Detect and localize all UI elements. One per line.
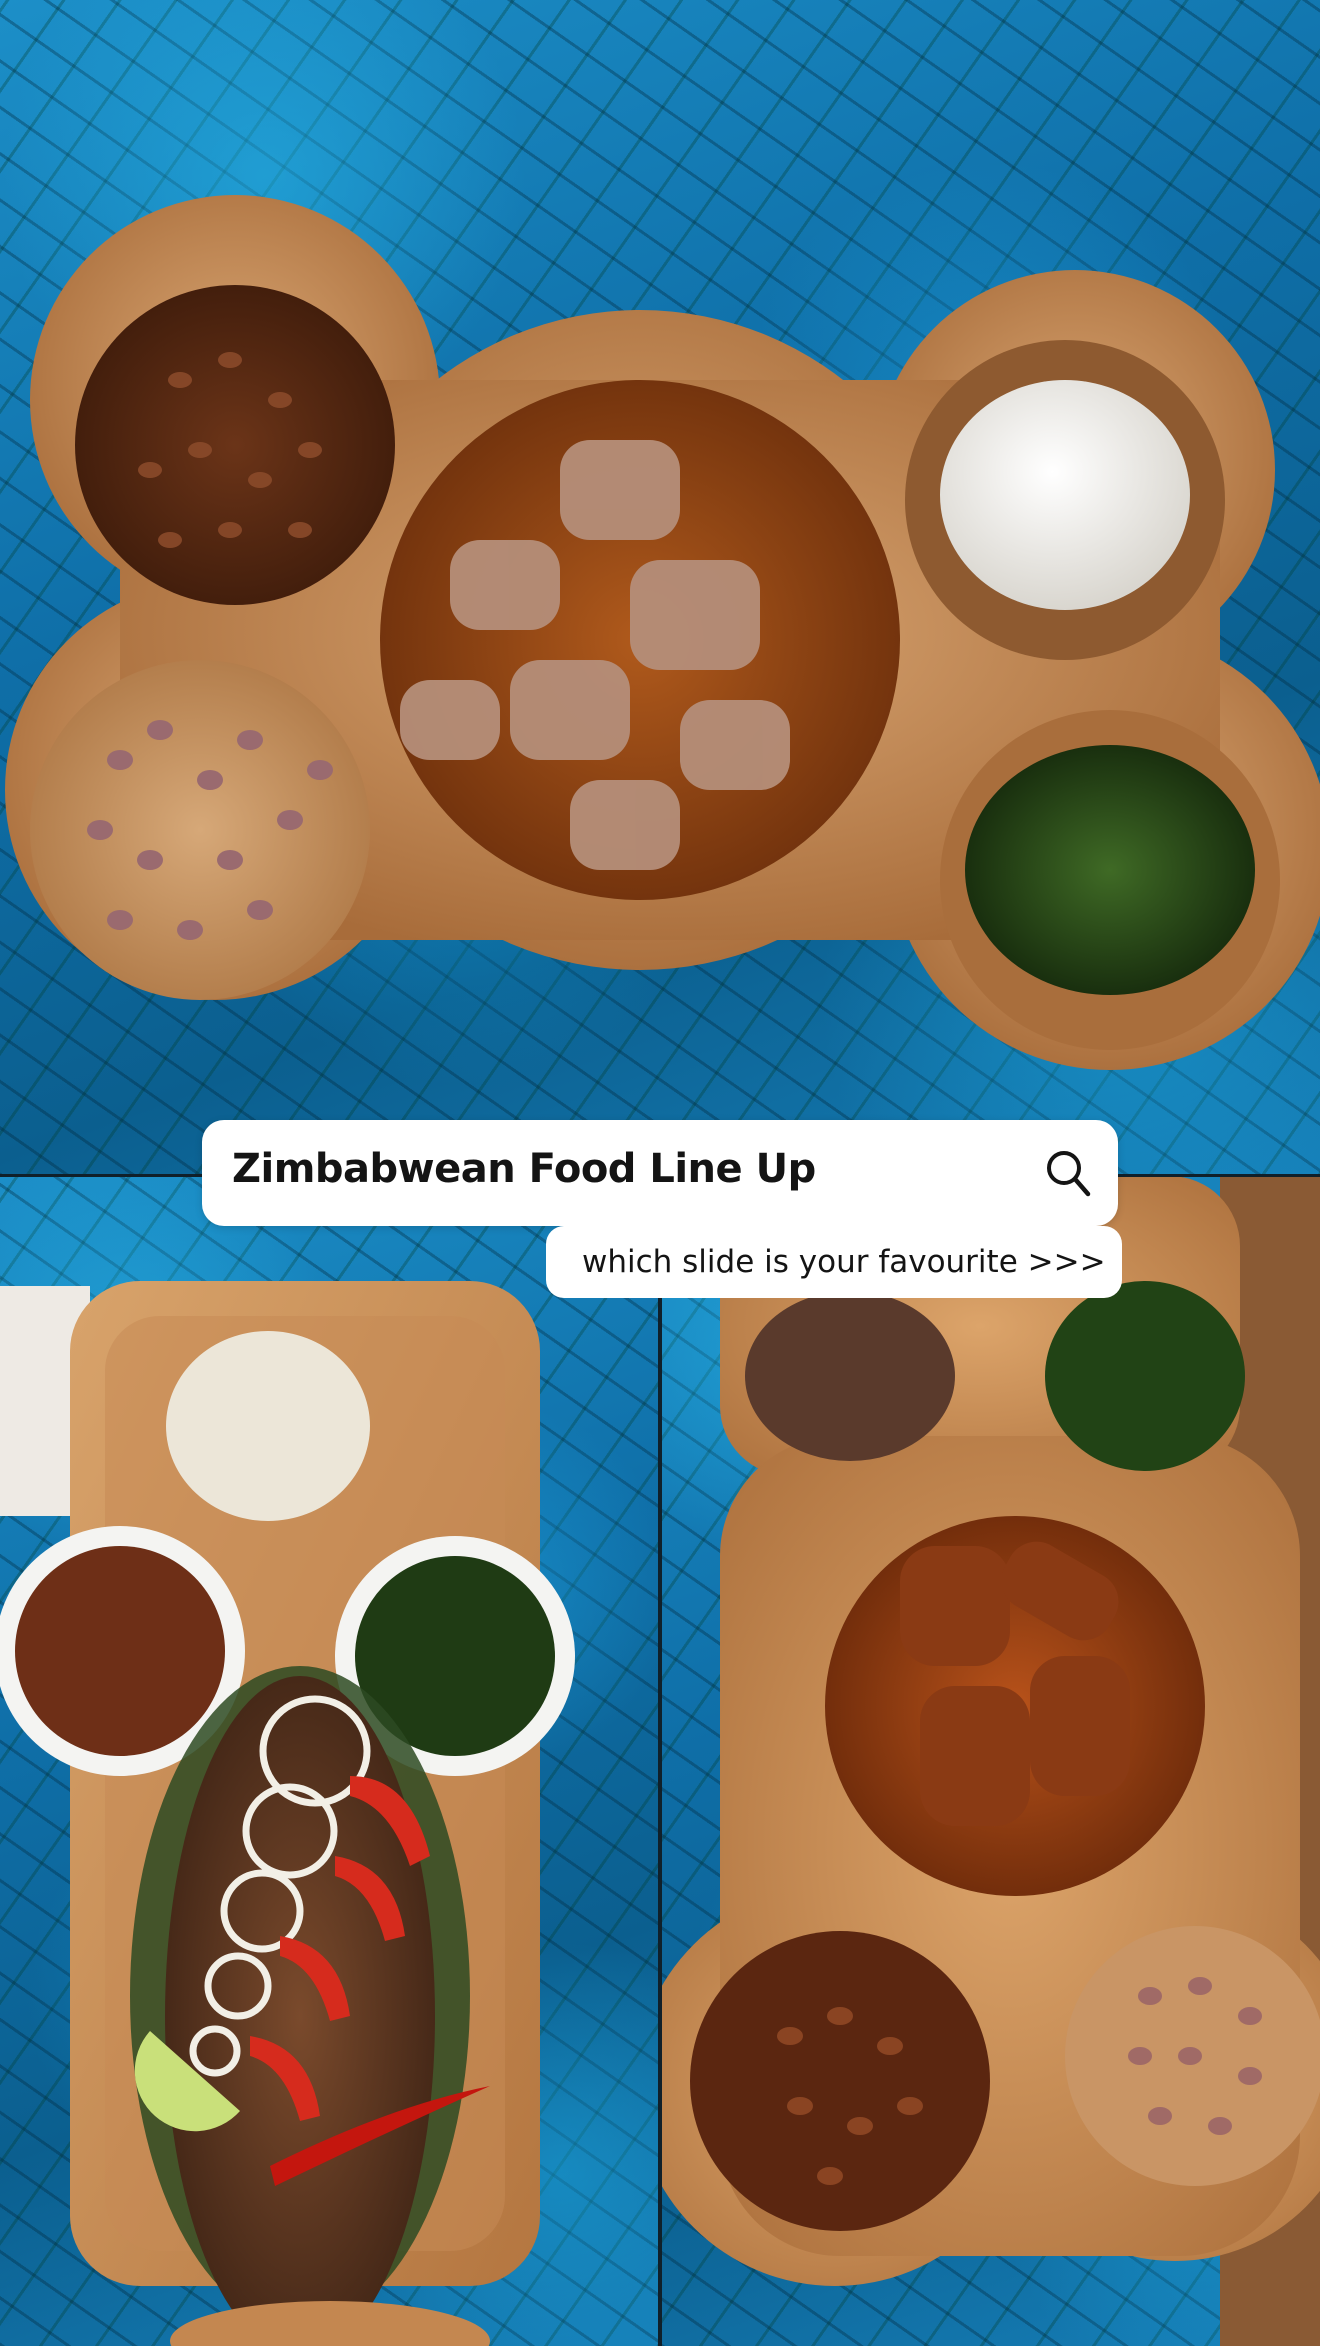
photo-divider-vertical [658, 1176, 662, 2346]
photo-chicken-platter [660, 1176, 1320, 2346]
search-bar[interactable]: Zimbabwean Food Line Up [202, 1120, 1118, 1226]
beans-portion [690, 1931, 990, 2231]
caption-text: which slide is your favourite >>> [582, 1244, 1106, 1280]
beans-bowl [75, 285, 395, 605]
brown-sadza [745, 1291, 955, 1461]
photo-fish-platter [0, 1176, 660, 2346]
nuts-bowl [30, 660, 370, 1000]
greens-portion [1045, 1281, 1245, 1471]
search-icon[interactable] [1044, 1148, 1092, 1198]
search-title: Zimbabwean Food Line Up [232, 1146, 816, 1192]
fried-fish [165, 1676, 435, 2346]
photo-top-platter [0, 0, 1320, 1176]
caption-bubble: which slide is your favourite >>> [546, 1226, 1122, 1298]
sadza-portion [166, 1331, 370, 1521]
